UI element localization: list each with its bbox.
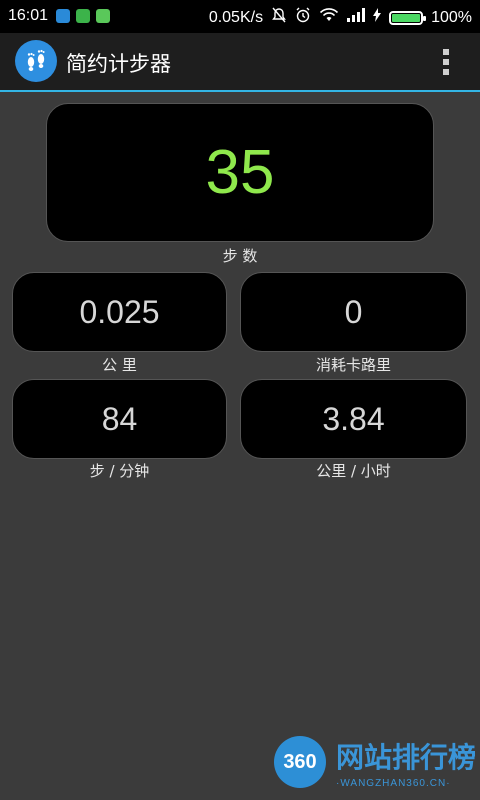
distance-label: 公 里 [102, 356, 137, 374]
overflow-menu-icon[interactable] [442, 49, 450, 75]
charging-icon [373, 8, 382, 27]
action-bar: 简约计步器 [0, 33, 480, 92]
watermark-sub: ·WANGZHAN360.CN· [336, 778, 451, 789]
battery-percent: 100% [431, 8, 472, 26]
status-time: 16:01 [8, 7, 49, 24]
speed-panel: 3.84 [240, 379, 467, 459]
distance-value: 0.025 [79, 293, 160, 330]
wifi-icon [319, 7, 339, 28]
alarm-icon [295, 7, 311, 28]
mute-icon [271, 7, 287, 28]
network-speed: 0.05K/s [208, 8, 264, 26]
speed-label: 公里 / 小时 [316, 462, 391, 480]
pace-value: 84 [101, 400, 138, 437]
steps-panel: 35 [46, 103, 434, 242]
pace-label: 步 / 分钟 [89, 462, 150, 480]
steps-value: 35 [205, 138, 275, 207]
calories-value: 0 [344, 293, 363, 330]
app-notification-icon-2 [76, 9, 91, 23]
calories-panel: 0 [240, 272, 467, 352]
app-notification-icon-3 [96, 9, 111, 23]
app-notification-icon-1 [56, 9, 71, 23]
app-title: 简约计步器 [66, 52, 171, 76]
signal-icon [347, 8, 366, 27]
speed-value: 3.84 [322, 400, 385, 437]
steps-label: 步 数 [222, 247, 258, 265]
status-bar: 16:01 0.05K/s 100% [0, 0, 480, 33]
pace-panel: 84 [12, 379, 227, 459]
distance-panel: 0.025 [12, 272, 227, 352]
footprints-icon [15, 40, 57, 82]
watermark-logo: 360 [274, 736, 326, 788]
watermark-text: 网站排行榜 [336, 741, 477, 774]
battery-icon [389, 10, 427, 25]
calories-label: 消耗卡路里 [315, 356, 391, 374]
